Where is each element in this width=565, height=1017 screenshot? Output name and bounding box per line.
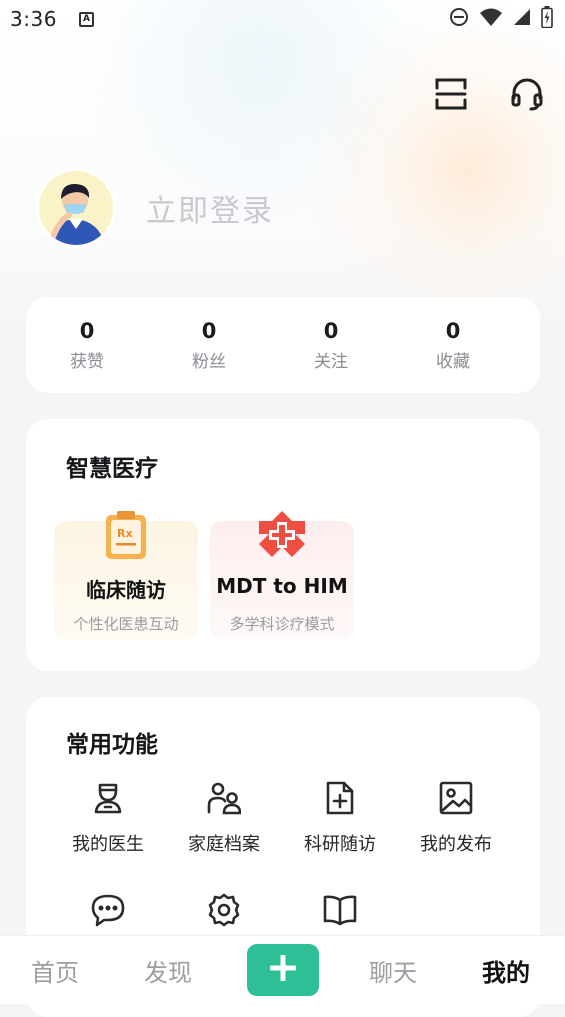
stats-card: 0 获赞 0 粉丝 0 关注 0 收藏 [26, 297, 540, 393]
stat-label: 获赞 [70, 352, 104, 372]
header-background [0, 0, 565, 330]
mdt-tile[interactable]: MDT to HIM 多学科诊疗模式 [210, 511, 354, 639]
my-posts-item[interactable]: 我的发布 [398, 781, 514, 856]
stat-label: 收藏 [436, 352, 470, 372]
image-icon [439, 781, 473, 819]
book-icon [323, 893, 357, 931]
tile-title: 临床随访 [86, 578, 166, 602]
stat-value: 0 [79, 319, 95, 343]
tile-subtitle: 个性化医患互动 [73, 615, 179, 633]
function-label: 家庭档案 [188, 834, 260, 855]
clinical-followup-tile[interactable]: Rx 临床随访 个性化医患互动 [54, 511, 198, 639]
profile-header: 立即登录 [36, 168, 274, 248]
function-label: 我的医生 [72, 834, 144, 855]
tab-chat[interactable]: 聊天 [369, 953, 417, 988]
doctor-icon [91, 781, 125, 819]
function-label: 我的发布 [420, 834, 492, 855]
tab-home[interactable]: 首页 [31, 953, 79, 988]
plus-icon [268, 953, 298, 987]
tile-title: MDT to HIM [216, 574, 348, 598]
battery-icon [541, 6, 553, 32]
login-link[interactable]: 立即登录 [146, 186, 274, 230]
section-title: 智慧医疗 [66, 456, 158, 482]
stat-value: 0 [201, 319, 217, 343]
prescription-clipboard-icon: Rx [103, 509, 149, 565]
create-button[interactable] [247, 944, 319, 996]
signal-icon [513, 7, 531, 31]
stat-label: 粉丝 [192, 352, 226, 372]
header-actions [431, 74, 547, 114]
stat-value: 0 [323, 319, 339, 343]
tab-mine[interactable]: 我的 [482, 953, 530, 988]
settings-icon [207, 893, 241, 931]
chat-bubble-icon [91, 893, 125, 931]
tile-subtitle: 多学科诊疗模式 [229, 615, 335, 633]
document-add-icon [323, 781, 357, 819]
function-label: 科研随访 [304, 834, 376, 855]
headset-icon[interactable] [507, 74, 547, 114]
research-followup-item[interactable]: 科研随访 [282, 781, 398, 856]
smart-medical-card: 智慧医疗 Rx 临床随访 个性化医患互动 MDT to HIM 多学科诊疗模式 [26, 419, 540, 671]
tab-discover[interactable]: 发现 [144, 953, 192, 988]
stat-value: 0 [445, 319, 461, 343]
svg-text:Rx: Rx [117, 527, 133, 540]
family-icon [207, 781, 242, 819]
avatar[interactable] [36, 168, 116, 248]
stat-label: 关注 [314, 352, 348, 372]
stat-likes[interactable]: 0 获赞 [26, 297, 148, 393]
bottom-tab-bar: 首页 发现 聊天 我的 [0, 935, 565, 1004]
my-doctor-item[interactable]: 我的医生 [50, 781, 166, 856]
stat-fans[interactable]: 0 粉丝 [148, 297, 270, 393]
stat-following[interactable]: 0 关注 [270, 297, 392, 393]
medical-cross-icon [257, 509, 307, 563]
wifi-icon [479, 7, 503, 31]
stat-favorites[interactable]: 0 收藏 [392, 297, 514, 393]
notification-a-icon: A [78, 11, 94, 27]
dnd-icon [449, 7, 469, 31]
status-bar: 3:36 A [0, 0, 565, 38]
section-title: 常用功能 [66, 732, 158, 758]
family-records-item[interactable]: 家庭档案 [166, 781, 282, 856]
scan-icon[interactable] [431, 74, 471, 114]
status-time: 3:36 [10, 7, 57, 31]
